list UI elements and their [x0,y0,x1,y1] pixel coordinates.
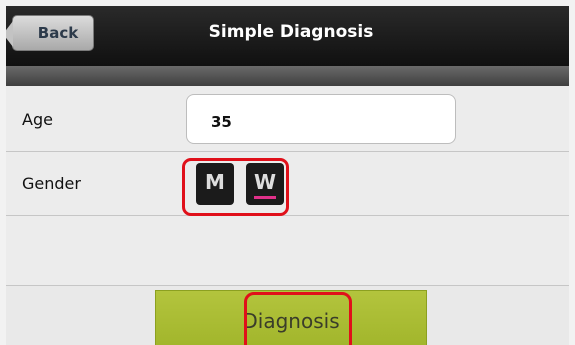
age-row: Age 35 [6,86,569,152]
back-button[interactable]: Back [6,15,94,51]
age-label: Age [22,110,53,129]
page-title: Simple Diagnosis [208,22,374,42]
title-bar: Back Simple Diagnosis [6,6,569,66]
app-screen: Back Simple Diagnosis Age 35 Gender M W … [6,6,569,345]
diagnosis-highlight-box [244,292,352,345]
header-divider-bar [6,66,569,86]
back-button-label: Back [37,24,79,42]
age-input[interactable]: 35 [186,94,456,144]
empty-row [6,216,569,286]
gender-row: Gender M W [6,152,569,216]
gender-label: Gender [22,174,81,193]
gender-highlight-box [182,158,289,216]
back-arrow-icon [6,21,13,47]
